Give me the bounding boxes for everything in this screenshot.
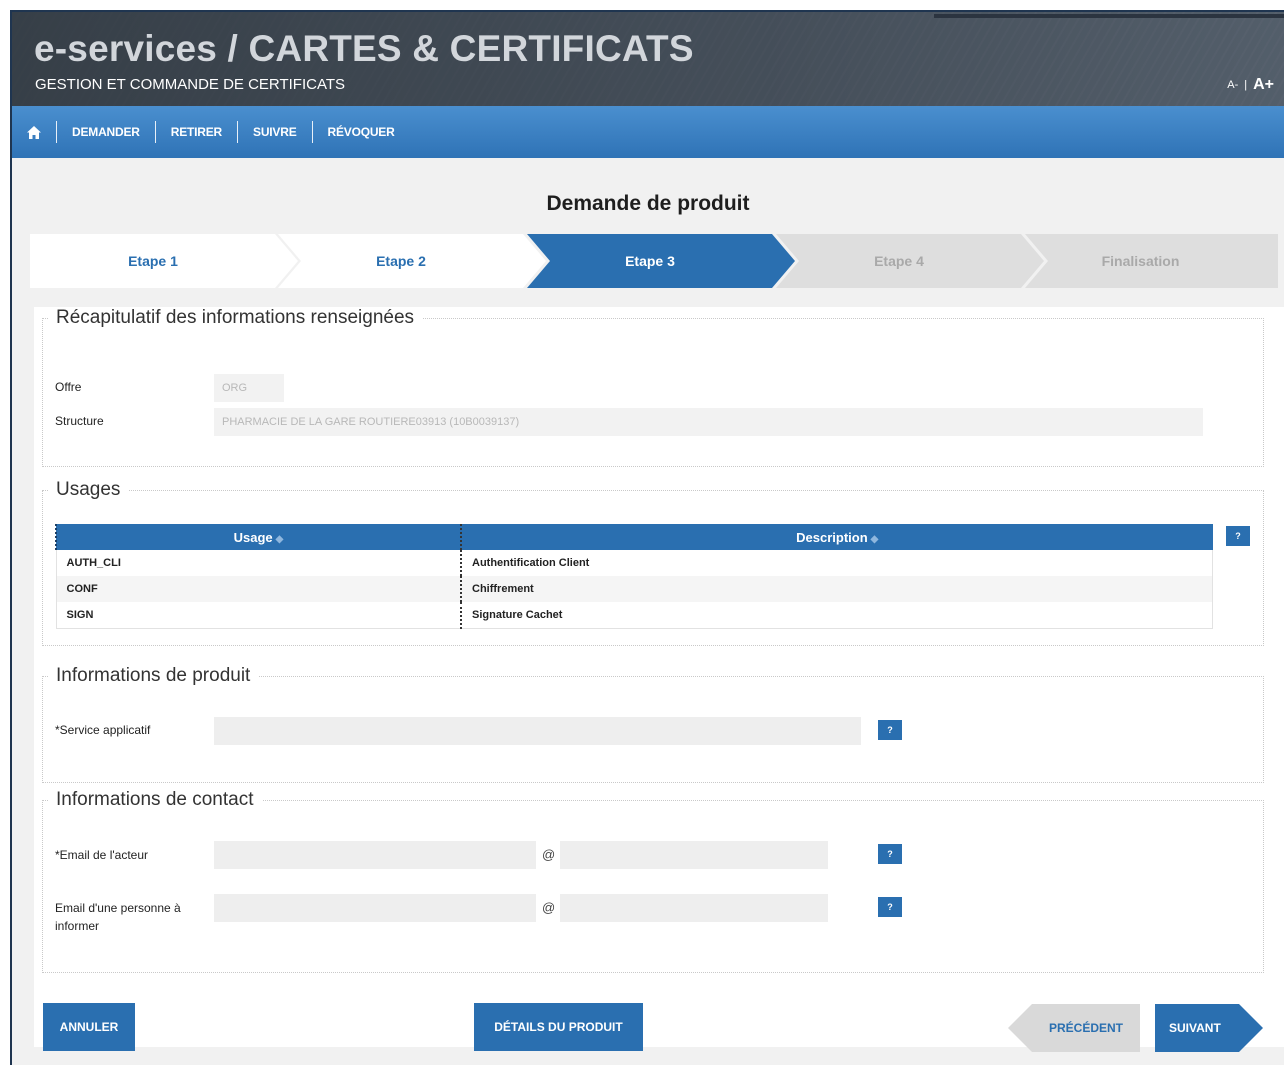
app-window: e-services / CARTES & CERTIFICATS GESTIO…	[10, 10, 1284, 1065]
previous-button[interactable]: PRÉCÉDENT	[1008, 1004, 1140, 1052]
column-header-description[interactable]: Description ◆	[460, 524, 1213, 550]
service-label: *Service applicatif	[55, 723, 151, 737]
inform-email-domain-input[interactable]	[560, 894, 828, 922]
offer-label: Offre	[55, 380, 82, 394]
column-header-usage[interactable]: Usage ◆	[55, 524, 461, 550]
column-header-description-label: Description	[796, 529, 868, 545]
step-1: Etape 1	[30, 234, 298, 288]
main-nav: DEMANDER RETIRER SUIVRE RÉVOQUER	[12, 106, 1284, 158]
app-subtitle: GESTION ET COMMANDE DE CERTIFICATS	[35, 76, 346, 93]
next-button[interactable]: SUIVANT	[1155, 1004, 1263, 1052]
usages-table: Usage ◆ Description ◆ AUTH_CLI Authentific…	[55, 524, 1213, 629]
sort-icon: ◆	[275, 533, 284, 545]
inform-email-help-button[interactable]: ?	[878, 897, 902, 917]
font-size-divider: |	[1244, 79, 1248, 91]
font-size-controls: A- | A+	[1227, 76, 1274, 94]
app-title: e-services / CARTES & CERTIFICATS	[34, 28, 694, 69]
usages-legend: Usages	[56, 479, 121, 500]
form-card: Récapitulatif des informations renseigné…	[34, 307, 1284, 1052]
page-title: Demande de produit	[546, 192, 750, 215]
font-increase-button[interactable]: A+	[1253, 76, 1274, 94]
at-sign: @	[542, 900, 556, 915]
inform-email-label: Email d'une personne à informer	[55, 901, 181, 933]
app-header: e-services / CARTES & CERTIFICATS GESTIO…	[12, 12, 1284, 106]
actor-email-domain-input[interactable]	[560, 841, 828, 869]
nav-suivre[interactable]: SUIVRE	[238, 106, 311, 158]
nav-retirer[interactable]: RETIRER	[156, 106, 237, 158]
offer-field: ORG	[214, 374, 284, 402]
table-row[interactable]: SIGN Signature Cachet	[55, 602, 1213, 629]
column-header-usage-label: Usage	[233, 529, 273, 545]
description-cell: Authentification Client	[460, 550, 1213, 576]
step-4: Etape 4	[776, 234, 1044, 288]
usage-cell: SIGN	[55, 602, 461, 629]
cancel-button[interactable]: ANNULER	[43, 1003, 135, 1051]
step-progress: Etape 1 Etape 2 Etape 3 Etape 4 Finalisa…	[30, 234, 1278, 288]
home-icon	[27, 125, 41, 139]
step-3: Etape 3	[527, 234, 795, 288]
usages-help-button[interactable]: ?	[1226, 526, 1250, 546]
table-row[interactable]: AUTH_CLI Authentification Client	[55, 550, 1213, 576]
product-legend: Informations de produit	[56, 665, 251, 686]
at-sign: @	[542, 847, 556, 862]
description-cell: Signature Cachet	[460, 602, 1213, 629]
recap-legend: Récapitulatif des informations renseigné…	[56, 307, 415, 328]
usage-cell: CONF	[55, 576, 461, 602]
font-decrease-button[interactable]: A-	[1227, 79, 1238, 91]
nav-home-button[interactable]	[12, 106, 56, 158]
contact-legend: Informations de contact	[56, 789, 254, 810]
service-help-button[interactable]: ?	[878, 720, 902, 740]
service-input[interactable]	[214, 717, 861, 745]
step-2: Etape 2	[278, 234, 546, 288]
table-row[interactable]: CONF Chiffrement	[55, 576, 1213, 602]
step-finalisation: Finalisation	[1025, 234, 1278, 288]
product-details-button[interactable]: DÉTAILS DU PRODUIT	[474, 1003, 643, 1051]
nav-revoquer[interactable]: RÉVOQUER	[313, 106, 410, 158]
header-accent-line	[934, 14, 1284, 18]
actor-email-local-input[interactable]	[214, 841, 536, 869]
usage-cell: AUTH_CLI	[55, 550, 461, 576]
actor-email-label: *Email de l'acteur	[55, 848, 148, 862]
actor-email-help-button[interactable]: ?	[878, 844, 902, 864]
nav-demander[interactable]: DEMANDER	[57, 106, 155, 158]
sort-icon: ◆	[870, 533, 879, 545]
contact-section: Informations de contact	[42, 789, 1264, 973]
description-cell: Chiffrement	[460, 576, 1213, 602]
inform-email-local-input[interactable]	[214, 894, 536, 922]
structure-field: PHARMACIE DE LA GARE ROUTIERE03913 (10B0…	[214, 408, 1203, 436]
structure-label: Structure	[55, 414, 104, 428]
